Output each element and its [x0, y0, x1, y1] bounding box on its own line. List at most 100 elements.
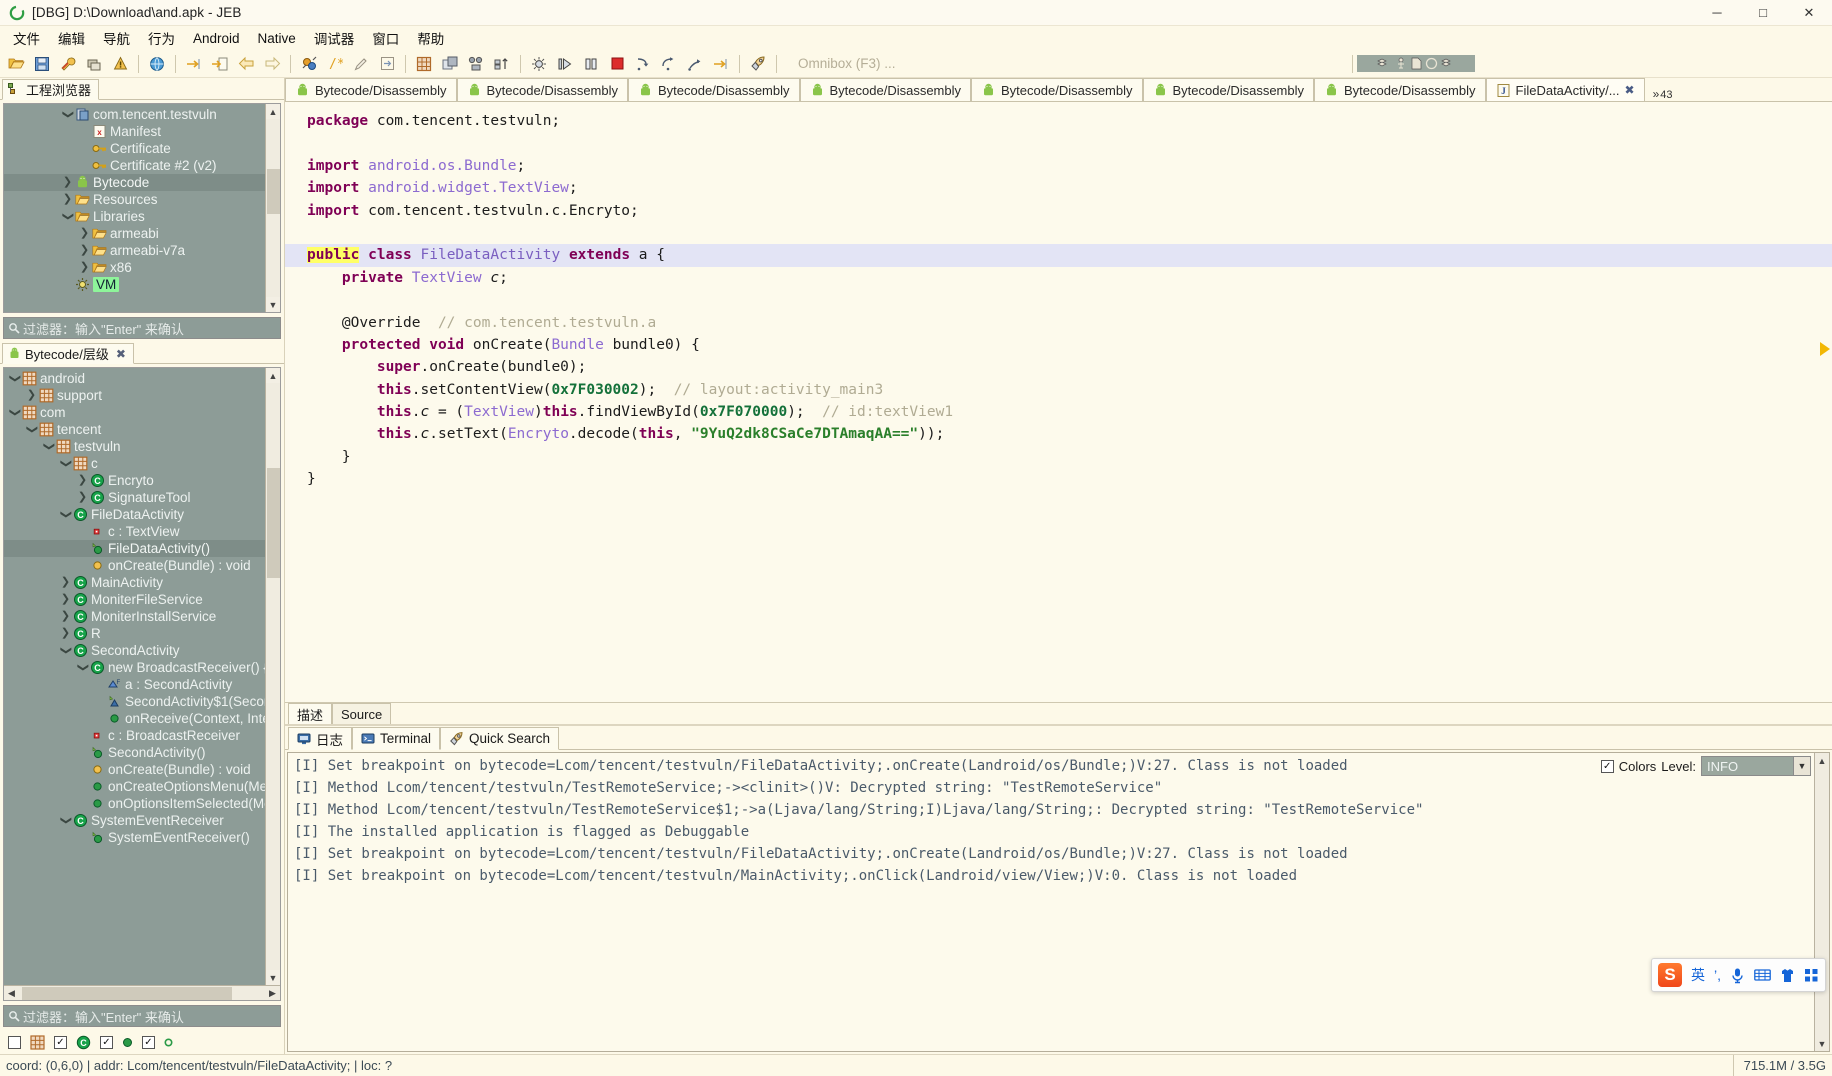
tree-row[interactable]: onReceive(Context, Intent) : void [4, 710, 280, 727]
hierarchy-filter-bar[interactable]: 过滤器：输入"Enter" 来确认 [3, 1005, 281, 1027]
class-icon[interactable]: C [76, 1035, 91, 1050]
sogou-logo-icon[interactable]: S [1658, 963, 1682, 987]
wrench-icon[interactable] [56, 52, 80, 76]
menu-action[interactable]: 行为 [139, 26, 184, 50]
debugger-status-panel[interactable] [1357, 55, 1475, 72]
menu-edit[interactable]: 编辑 [49, 26, 94, 50]
omnibox-input[interactable]: Omnibox (F3) ... [792, 54, 1222, 74]
menu-help[interactable]: 帮助 [408, 26, 453, 50]
ime-toolbar[interactable]: S 英 ’, [1651, 958, 1826, 992]
menu-file[interactable]: 文件 [4, 26, 49, 50]
goto-icon[interactable] [182, 52, 206, 76]
tree-row[interactable]: ❯ Libraries [4, 208, 280, 225]
scroll-left-icon[interactable]: ◀ [4, 986, 19, 1001]
colors-checkbox[interactable]: ✓ [1600, 759, 1614, 773]
menu-window[interactable]: 窗口 [363, 26, 408, 50]
scroll-right-icon[interactable]: ▶ [265, 986, 280, 1001]
tree-row[interactable]: ❯ support [4, 387, 280, 404]
hierarchy-tree[interactable]: ❯ android ❯ support ❯ com ❯ tencent ❯ testvuln ❯ c ❯… [4, 368, 280, 846]
editor-tabstrip[interactable]: Bytecode/Disassembly Bytecode/Disassembly… [285, 78, 1832, 102]
toggle-methods-check[interactable]: ✓ [100, 1035, 113, 1049]
bytecode-grid-icon[interactable] [438, 52, 462, 76]
code-view[interactable]: package com.tencent.testvuln; import and… [285, 102, 1832, 702]
scroll-up-icon[interactable]: ▲ [1815, 753, 1830, 768]
rename-pencil-icon[interactable] [349, 52, 373, 76]
toggle-fields-check[interactable]: ✓ [142, 1035, 155, 1049]
menu-debugger[interactable]: 调试器 [305, 26, 364, 50]
chevron-down-icon[interactable]: ❯ [61, 109, 74, 120]
tree-row[interactable]: ❯ C MoniterInstallService [4, 608, 280, 625]
tab-quick-search[interactable]: Quick Search [440, 727, 560, 750]
chevron-right-icon[interactable]: ❯ [59, 611, 72, 622]
tree-row[interactable]: ❯ C SecondActivity [4, 642, 280, 659]
package-icon[interactable] [30, 1034, 45, 1050]
tree-row[interactable]: ❯ armeabi-v7a [4, 242, 280, 259]
chevron-right-icon[interactable]: ❯ [78, 228, 91, 239]
tab-bytecode-hierarchy[interactable]: Bytecode/层级 ✖ [2, 343, 134, 364]
tree-row[interactable]: ❯ com.tencent.testvuln [4, 106, 280, 123]
tree-row[interactable]: SecondActivity() [4, 744, 280, 761]
pause-icon[interactable] [579, 52, 603, 76]
tree-row[interactable]: ❯ x86 [4, 259, 280, 276]
chevron-right-icon[interactable]: ❯ [59, 628, 72, 639]
menu-android[interactable]: Android [184, 29, 249, 48]
tree-row[interactable]: onCreate(Bundle) : void [4, 761, 280, 778]
tree-row[interactable]: ❯ C MoniterFileService [4, 591, 280, 608]
chevron-down-icon[interactable]: ❯ [61, 211, 74, 222]
chevron-down-icon[interactable]: ▼ [1793, 757, 1810, 775]
tab-terminal[interactable]: Terminal [352, 727, 441, 750]
grid-icon[interactable] [412, 52, 436, 76]
chevron-down-icon[interactable]: ❯ [59, 815, 72, 826]
chevron-right-icon[interactable]: ❯ [76, 492, 89, 503]
chevron-right-icon[interactable]: ❯ [78, 245, 91, 256]
stop-icon[interactable] [605, 52, 629, 76]
code-editor[interactable]: package com.tencent.testvuln; import and… [285, 102, 1832, 702]
editor-tab-0[interactable]: Bytecode/Disassembly [285, 78, 457, 101]
tree-row[interactable]: x Manifest [4, 123, 280, 140]
chevron-down-icon[interactable]: ❯ [8, 373, 21, 384]
tree-row[interactable]: ❯ C R [4, 625, 280, 642]
scroll-thumb[interactable] [267, 169, 280, 214]
tab-source[interactable]: Source [332, 703, 392, 724]
step-over-icon[interactable] [657, 52, 681, 76]
editor-tab-2[interactable]: Bytecode/Disassembly [628, 78, 800, 101]
back-arrow-icon[interactable] [234, 52, 258, 76]
editor-tab-4[interactable]: Bytecode/Disassembly [971, 78, 1143, 101]
sort-icon[interactable] [490, 52, 514, 76]
hierarchy-tree-scrollbar[interactable]: ▲ ▼ [265, 368, 280, 985]
tab-log[interactable]: 日志 [288, 727, 352, 750]
tree-row[interactable]: ❯ tencent [4, 421, 280, 438]
graph-icon[interactable] [464, 52, 488, 76]
menu-navigation[interactable]: 导航 [94, 26, 139, 50]
editor-tab-5[interactable]: Bytecode/Disassembly [1142, 78, 1314, 101]
tree-row[interactable]: FileDataActivity() [4, 540, 280, 557]
editor-tab-1[interactable]: Bytecode/Disassembly [456, 78, 628, 101]
tools-icon[interactable] [1804, 968, 1819, 983]
tree-row[interactable]: ❯ C FileDataActivity [4, 506, 280, 523]
minimize-button[interactable]: ─ [1694, 0, 1740, 26]
close-icon[interactable]: ✖ [116, 347, 126, 361]
tree-row[interactable]: c : TextView [4, 523, 280, 540]
tree-row[interactable]: SystemEventReceiver() [4, 829, 280, 846]
scroll-down-icon[interactable]: ▼ [265, 970, 280, 985]
tree-row[interactable]: ❯ C MainActivity [4, 574, 280, 591]
log-scrollbar[interactable]: ▲ ▼ [1814, 753, 1829, 1051]
tree-row[interactable]: Certificate [4, 140, 280, 157]
scroll-up-icon[interactable]: ▲ [265, 104, 280, 119]
tab-project-explorer[interactable]: 工程浏览器 [2, 79, 100, 100]
quick-search-rocket-icon[interactable] [746, 52, 770, 76]
mic-icon[interactable] [1730, 967, 1745, 984]
tree-row[interactable]: ❯ Cnew BroadcastReceiver() {...} [4, 659, 280, 676]
skin-icon[interactable] [1780, 968, 1795, 983]
scroll-up-icon[interactable]: ▲ [265, 368, 280, 383]
chevron-right-icon[interactable]: ❯ [76, 475, 89, 486]
window-icon[interactable] [82, 52, 106, 76]
tree-row[interactable]: onOptionsItemSelected(MenuItem) : boolea… [4, 795, 280, 812]
toggle-box-empty[interactable] [8, 1035, 21, 1049]
maximize-button[interactable]: □ [1740, 0, 1786, 26]
method-dot-icon[interactable] [122, 1037, 133, 1048]
tree-row[interactable]: onCreateOptionsMenu(Menu) : boolean [4, 778, 280, 795]
save-icon[interactable] [30, 52, 54, 76]
chevron-down-icon[interactable]: ❯ [76, 662, 89, 673]
tree-row[interactable]: ❯ Resources [4, 191, 280, 208]
